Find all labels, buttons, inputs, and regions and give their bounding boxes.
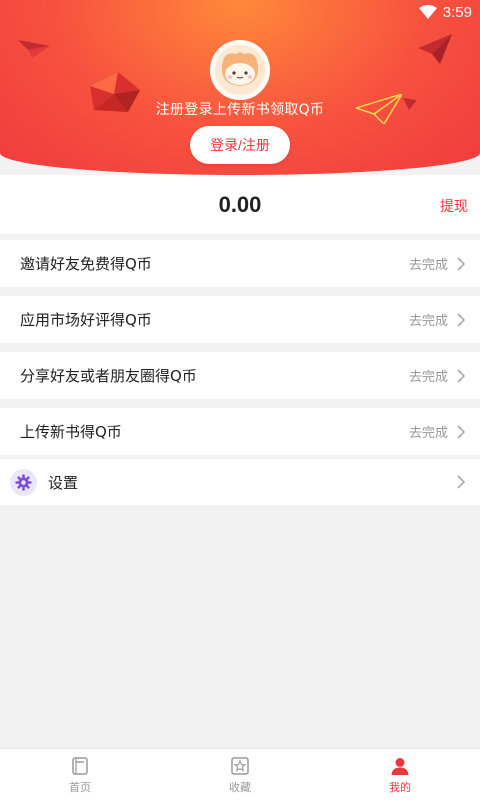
nav-label: 收藏 xyxy=(229,780,251,794)
task-status: 去完成 xyxy=(408,370,448,385)
chevron-right-icon xyxy=(457,368,466,383)
paper-plane-decoration-left xyxy=(18,40,50,58)
settings-label: 设置 xyxy=(48,474,79,492)
chevron-right-icon xyxy=(457,312,466,327)
login-register-button[interactable]: 登录/注册 xyxy=(190,126,290,164)
avatar[interactable] xyxy=(210,40,270,100)
nav-favorites[interactable]: 收藏 xyxy=(160,749,320,800)
chevron-right-icon xyxy=(457,424,466,439)
paper-plane-decoration-top-right xyxy=(418,34,452,64)
task-status: 去完成 xyxy=(408,258,448,273)
bottom-nav: 首页 收藏 我的 xyxy=(0,748,480,800)
wifi-icon xyxy=(418,5,437,19)
book-icon xyxy=(72,756,88,775)
task-status: 去完成 xyxy=(408,314,448,329)
profile-header: 3:59 注册登录上传新书领取Q币 登录/注册 xyxy=(0,0,480,175)
balance-amount: 0.00 xyxy=(218,192,262,217)
promo-text: 注册登录上传新书领取Q币 xyxy=(155,102,325,118)
nav-profile[interactable]: 我的 xyxy=(320,749,480,800)
task-row-invite-friends[interactable]: 邀请好友免费得Q币 去完成 xyxy=(0,240,480,287)
task-label: 应用市场好评得Q币 xyxy=(20,311,152,329)
nav-home[interactable]: 首页 xyxy=(0,749,160,800)
user-icon xyxy=(391,757,409,775)
nav-label: 首页 xyxy=(69,780,91,794)
task-row-share[interactable]: 分享好友或者朋友圈得Q币 去完成 xyxy=(0,352,480,399)
chevron-right-icon xyxy=(457,475,466,489)
balance-section: 0.00 提现 xyxy=(0,175,480,234)
cat-avatar-icon xyxy=(215,45,265,95)
task-label: 邀请好友免费得Q币 xyxy=(20,255,152,273)
task-label: 分享好友或者朋友圈得Q币 xyxy=(20,367,197,385)
status-bar: 3:59 xyxy=(418,0,480,24)
gear-icon xyxy=(10,469,37,496)
task-status: 去完成 xyxy=(408,426,448,441)
task-row-upload-book[interactable]: 上传新书得Q币 去完成 xyxy=(0,408,480,455)
withdraw-link[interactable]: 提现 xyxy=(440,196,468,216)
status-time: 3:59 xyxy=(442,3,472,21)
star-icon xyxy=(231,756,249,775)
task-row-app-review[interactable]: 应用市场好评得Q币 去完成 xyxy=(0,296,480,343)
settings-row[interactable]: 设置 xyxy=(0,459,480,505)
task-label: 上传新书得Q币 xyxy=(20,423,122,441)
nav-label: 我的 xyxy=(389,780,411,794)
chevron-right-icon xyxy=(457,256,466,271)
